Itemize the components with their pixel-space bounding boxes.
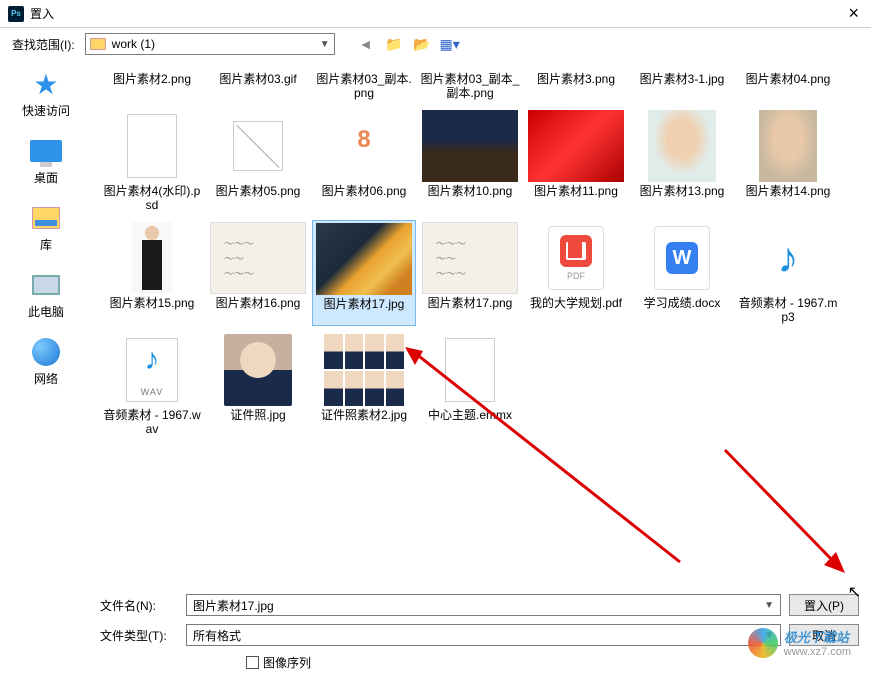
close-button[interactable]: ×	[844, 3, 863, 24]
file-item[interactable]: 图片素材2.png	[100, 64, 204, 102]
image-thumb	[324, 334, 404, 406]
sidebar-library[interactable]: 库	[30, 202, 62, 253]
file-item[interactable]: PDF我的大学规划.pdf	[524, 220, 628, 326]
file-item[interactable]: 图片素材03.gif	[206, 64, 310, 102]
file-item[interactable]: 图片素材03_副本_副本.png	[418, 64, 522, 102]
sidebar-desktop[interactable]: 桌面	[30, 135, 62, 186]
file-item[interactable]: 图片素材4(水印).psd	[100, 108, 204, 214]
image-thumb	[759, 110, 817, 182]
up-folder-icon[interactable]: 📁	[385, 35, 403, 53]
location-dropdown[interactable]: work (1) ▼	[85, 33, 335, 55]
file-item[interactable]: 图片素材3-1.jpg	[630, 64, 734, 102]
file-item[interactable]: 图片素材04.png	[736, 64, 840, 102]
file-item[interactable]: ♪音频素材 - 1967.mp3	[736, 220, 840, 326]
image-thumb	[422, 110, 518, 182]
filetype-label: 文件类型(T):	[100, 627, 178, 644]
file-item[interactable]: 证件照.jpg	[206, 332, 310, 438]
file-item[interactable]: 图片素材10.png	[418, 108, 522, 214]
wav-icon: ♪WAV	[126, 338, 178, 402]
image-thumb	[218, 116, 298, 176]
desktop-icon	[30, 135, 62, 167]
music-icon: ♪	[760, 230, 816, 286]
file-item[interactable]: 图片素材06.png	[312, 108, 416, 214]
image-thumb	[528, 110, 624, 182]
watermark-logo-icon	[748, 628, 778, 658]
star-icon: ★	[30, 68, 62, 100]
filetype-dropdown[interactable]: 所有格式 ▼	[186, 624, 781, 646]
new-folder-icon[interactable]: 📂	[413, 35, 431, 53]
sidebar-label: 桌面	[34, 169, 58, 186]
file-item[interactable]: 证件照素材2.jpg	[312, 332, 416, 438]
pdf-icon: PDF	[548, 226, 604, 290]
file-item[interactable]: 图片素材17.png	[418, 220, 522, 326]
sidebar-label: 此电脑	[28, 303, 64, 320]
sidebar-label: 快速访问	[22, 102, 70, 119]
library-icon	[30, 202, 62, 234]
cursor-icon: ↖	[848, 582, 861, 602]
image-thumb	[210, 222, 306, 294]
file-item[interactable]: 图片素材11.png	[524, 108, 628, 214]
image-thumb	[324, 116, 404, 176]
chevron-down-icon: ▼	[320, 39, 330, 50]
image-thumb	[132, 222, 172, 294]
file-browser[interactable]: 图片素材2.png 图片素材03.gif 图片素材03_副本.png 图片素材0…	[92, 60, 871, 590]
location-value: work (1)	[112, 37, 155, 51]
file-item[interactable]: 中心主题.emmx	[418, 332, 522, 438]
sidebar-quick-access[interactable]: ★ 快速访问	[22, 68, 70, 119]
window-title: 置入	[30, 5, 844, 22]
sidebar-label: 库	[40, 236, 52, 253]
pc-icon	[30, 269, 62, 301]
file-item[interactable]: 图片素材05.png	[206, 108, 310, 214]
filename-input[interactable]: 图片素材17.jpg ▼	[186, 594, 781, 616]
globe-icon	[30, 336, 62, 368]
location-label: 查找范围(I):	[12, 36, 75, 53]
file-item-selected[interactable]: 图片素材17.jpg	[312, 220, 416, 326]
docx-icon: W	[654, 226, 710, 290]
image-thumb	[316, 223, 412, 295]
toolbar: 查找范围(I): work (1) ▼ ◄ 📁 📂 ▦▾	[0, 28, 871, 60]
file-item[interactable]: 图片素材14.png	[736, 108, 840, 214]
file-item[interactable]: 图片素材03_副本.png	[312, 64, 416, 102]
psd-icon	[127, 114, 177, 178]
folder-icon	[90, 38, 106, 50]
image-thumb	[422, 222, 518, 294]
sidebar-label: 网络	[34, 370, 58, 387]
sidebar: ★ 快速访问 桌面 库 此电脑 网络	[0, 60, 92, 590]
sequence-label: 图像序列	[263, 654, 311, 671]
sidebar-this-pc[interactable]: 此电脑	[28, 269, 64, 320]
title-bar: Ps 置入 ×	[0, 0, 871, 28]
file-item[interactable]: 图片素材16.png	[206, 220, 310, 326]
image-thumb	[224, 334, 292, 406]
sequence-checkbox[interactable]	[246, 656, 259, 669]
watermark: 极光下载站 www.xz7.com	[748, 627, 851, 658]
chevron-down-icon: ▼	[764, 600, 774, 611]
image-thumb	[648, 110, 716, 182]
file-item[interactable]: ♪WAV音频素材 - 1967.wav	[100, 332, 204, 438]
file-item[interactable]: 图片素材15.png	[100, 220, 204, 326]
file-item[interactable]: W学习成绩.docx	[630, 220, 734, 326]
file-item[interactable]: 图片素材13.png	[630, 108, 734, 214]
filename-label: 文件名(N):	[100, 597, 178, 614]
file-icon	[445, 338, 495, 402]
photoshop-icon: Ps	[8, 6, 24, 22]
sidebar-network[interactable]: 网络	[30, 336, 62, 387]
bottom-panel: 文件名(N): 图片素材17.jpg ▼ 置入(P) 文件类型(T): 所有格式…	[0, 590, 871, 675]
file-item[interactable]: 图片素材3.png	[524, 64, 628, 102]
back-icon[interactable]: ◄	[357, 35, 375, 53]
view-mode-icon[interactable]: ▦▾	[441, 35, 459, 53]
